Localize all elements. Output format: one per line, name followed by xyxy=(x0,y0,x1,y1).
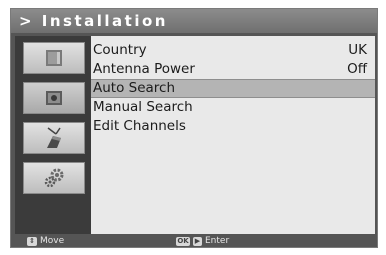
installation-menu: Country UK Antenna Power Off Auto Search… xyxy=(91,36,375,234)
menu-item-label: Antenna Power xyxy=(93,61,195,77)
enter-hint-label: Enter xyxy=(205,236,230,246)
sidebar xyxy=(15,36,91,234)
menu-item-label: Edit Channels xyxy=(93,118,186,134)
antenna-installation-icon xyxy=(47,127,61,148)
sidebar-item-antenna[interactable] xyxy=(23,122,85,154)
page-title: > Installation xyxy=(11,9,377,33)
ok-key-icon: OK xyxy=(176,236,190,246)
move-hint: ⇕ Move xyxy=(27,235,64,247)
settings-gear-icon xyxy=(44,168,64,188)
menu-item-manual-search[interactable]: Manual Search xyxy=(91,98,375,117)
move-hint-label: Move xyxy=(40,236,65,246)
menu-item-antenna-power[interactable]: Antenna Power Off xyxy=(91,60,375,79)
installation-screen: > Installation Country UK Antenna Power … xyxy=(10,8,378,248)
up-down-key-icon: ⇕ xyxy=(27,236,37,246)
menu-item-label: Manual Search xyxy=(93,99,193,115)
tv-screen-icon xyxy=(46,50,62,66)
right-arrow-key-icon: ▶ xyxy=(193,236,202,246)
menu-item-country[interactable]: Country UK xyxy=(91,41,375,60)
sidebar-item-receiver[interactable] xyxy=(23,82,85,114)
menu-item-value: Off xyxy=(347,61,367,77)
menu-item-label: Auto Search xyxy=(93,80,176,96)
satellite-receiver-icon xyxy=(46,91,62,105)
enter-hint: OK ▶ Enter xyxy=(176,235,229,247)
sidebar-item-tv[interactable] xyxy=(23,42,85,74)
menu-item-edit-channels[interactable]: Edit Channels xyxy=(91,117,375,136)
menu-item-label: Country xyxy=(93,42,147,58)
menu-item-value: UK xyxy=(348,42,367,58)
sidebar-item-settings[interactable] xyxy=(23,162,85,194)
menu-item-auto-search[interactable]: Auto Search xyxy=(91,79,375,98)
help-bar: ⇕ Move OK ▶ Enter xyxy=(11,235,377,247)
